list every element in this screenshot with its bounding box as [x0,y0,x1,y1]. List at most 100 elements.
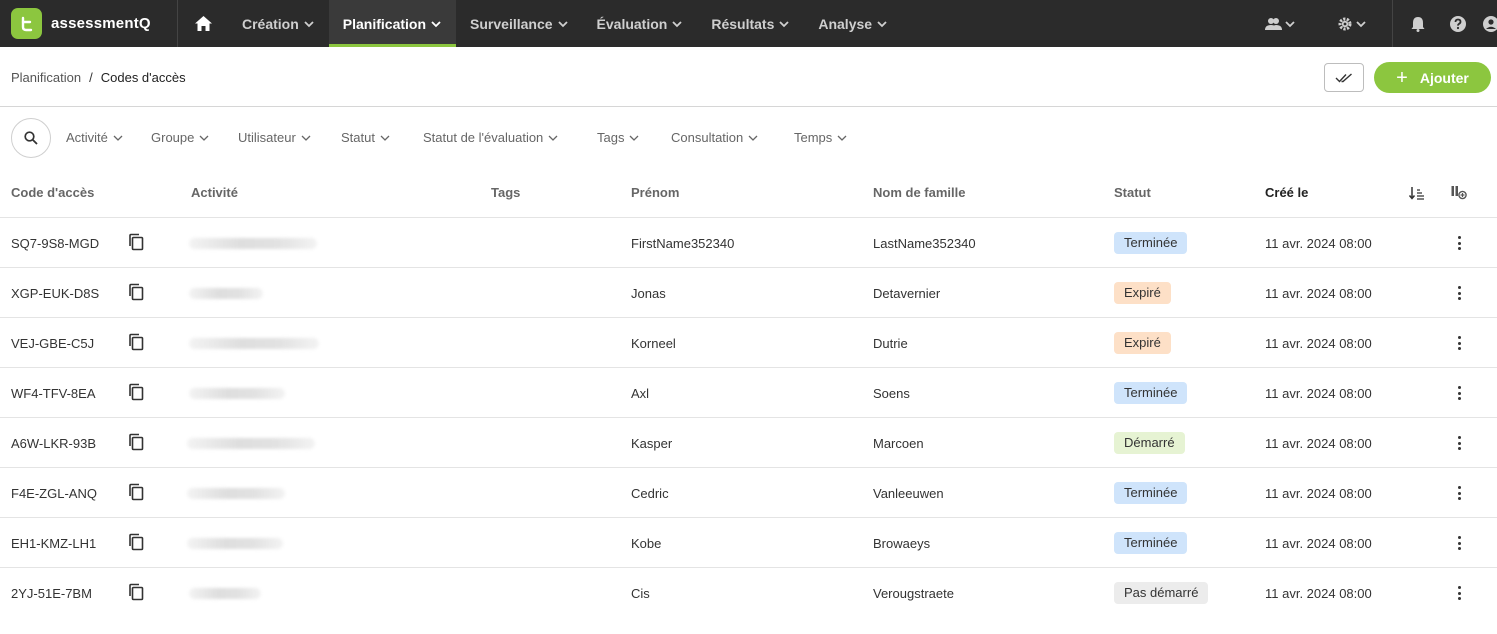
nav-surveillance[interactable]: Surveillance [456,0,583,47]
filter-consultation[interactable]: Consultation [671,130,758,145]
page-header: Planification / Codes d'accès + Ajouter [0,47,1497,107]
access-code: WF4-TFV-8EA [11,386,96,401]
nav-planification[interactable]: Planification [328,0,457,47]
row-menu-icon[interactable] [1452,434,1466,452]
last-name: Verougstraete [873,586,954,601]
filter-statut[interactable]: Statut [341,130,390,145]
first-name: Jonas [631,286,666,301]
activity-redacted [189,388,285,399]
copy-icon[interactable] [128,483,145,501]
last-name: Vanleeuwen [873,486,944,501]
filter-tags[interactable]: Tags [597,130,639,145]
settings-menu-button[interactable] [1326,0,1378,47]
copy-icon[interactable] [128,233,145,251]
copy-icon[interactable] [128,283,145,301]
row-menu-icon[interactable] [1452,484,1466,502]
copy-icon[interactable] [128,333,145,351]
status-badge: Démarré [1114,432,1185,454]
created-date: 11 avr. 2024 08:00 [1265,386,1372,401]
filter-bar: Activité Groupe Utilisateur Statut Statu… [0,107,1497,167]
filter-activite[interactable]: Activité [66,130,123,145]
first-name: Cedric [631,486,669,501]
copy-icon[interactable] [128,583,145,601]
created-date: 11 avr. 2024 08:00 [1265,586,1372,601]
activity-redacted [187,438,315,449]
top-navigation: assessmentQ Création Planification Surve… [0,0,1497,47]
column-header-statut[interactable]: Statut [1114,185,1151,200]
table-row[interactable]: F4E-ZGL-ANQ Cedric Vanleeuwen Terminée 1… [0,468,1497,518]
row-menu-icon[interactable] [1452,284,1466,302]
nav-creation[interactable]: Création [228,0,329,47]
created-date: 11 avr. 2024 08:00 [1265,536,1372,551]
access-code: A6W-LKR-93B [11,436,97,451]
row-menu-icon[interactable] [1452,334,1466,352]
status-badge: Expiré [1114,282,1171,304]
filter-groupe[interactable]: Groupe [151,130,209,145]
access-code: VEJ-GBE-C5J [11,336,95,351]
chevron-down-icon [672,20,682,27]
table-row[interactable]: VEJ-GBE-C5J Korneel Dutrie Expiré 11 avr… [0,318,1497,368]
column-header-nom[interactable]: Nom de famille [873,185,965,200]
row-menu-icon[interactable] [1452,234,1466,252]
users-menu-button[interactable] [1254,0,1306,47]
filter-utilisateur[interactable]: Utilisateur [238,130,311,145]
status-badge: Terminée [1114,232,1188,254]
last-name: Browaeys [873,536,931,551]
row-menu-icon[interactable] [1452,384,1466,402]
add-button[interactable]: + Ajouter [1374,62,1491,93]
column-header-activite[interactable]: Activité [191,185,238,200]
search-button[interactable] [11,118,51,158]
table-row[interactable]: 2YJ-51E-7BM Cis Verougstraete Pas démarr… [0,568,1497,618]
chevron-down-icon [837,135,847,141]
table-row[interactable]: SQ7-9S8-MGD FirstName352340 LastName3523… [0,218,1497,268]
column-settings-icon[interactable] [1451,185,1467,200]
search-icon [24,131,38,145]
status-badge: Terminée [1114,532,1188,554]
chevron-down-icon [113,135,123,141]
sort-descending-icon[interactable] [1409,186,1425,200]
column-header-code[interactable]: Code d'accès [11,185,94,200]
users-icon [1265,17,1295,30]
table-row[interactable]: EH1-KMZ-LH1 Kobe Browaeys Terminée 11 av… [0,518,1497,568]
double-check-icon [1335,72,1352,83]
brand[interactable]: assessmentQ [0,0,178,47]
created-date: 11 avr. 2024 08:00 [1265,286,1372,301]
table-row[interactable]: WF4-TFV-8EA Axl Soens Terminée 11 avr. 2… [0,368,1497,418]
first-name: Kasper [631,436,673,451]
column-header-prenom[interactable]: Prénom [631,185,679,200]
account-button[interactable] [1473,0,1497,47]
table-row[interactable]: A6W-LKR-93B Kasper Marcoen Démarré 11 av… [0,418,1497,468]
chevron-down-icon [630,135,639,141]
created-date: 11 avr. 2024 08:00 [1265,486,1372,501]
last-name: Detavernier [873,286,941,301]
status-badge: Terminée [1114,482,1188,504]
breadcrumb: Planification / Codes d'accès [11,70,186,85]
activity-redacted [189,588,261,599]
filter-temps[interactable]: Temps [794,130,847,145]
last-name: Soens [873,386,910,401]
first-name: Cis [631,586,650,601]
nav-resultats[interactable]: Résultats [697,0,804,47]
last-name: LastName352340 [873,236,976,251]
filter-statut-evaluation[interactable]: Statut de l'évaluation [423,130,558,145]
nav-evaluation[interactable]: Évaluation [583,0,698,47]
column-header-cree-le[interactable]: Créé le [1265,185,1308,200]
bulk-select-button[interactable] [1324,63,1364,92]
copy-icon[interactable] [128,383,145,401]
copy-icon[interactable] [128,433,145,451]
row-menu-icon[interactable] [1452,534,1466,552]
notifications-button[interactable] [1393,0,1443,47]
home-icon [194,16,212,31]
home-button[interactable] [178,0,228,47]
table-row[interactable]: XGP-EUK-D8S Jonas Detavernier Expiré 11 … [0,268,1497,318]
row-menu-icon[interactable] [1452,584,1466,602]
help-button[interactable] [1443,0,1473,47]
activity-redacted [187,488,285,499]
breadcrumb-parent[interactable]: Planification [11,70,81,85]
nav-analyse[interactable]: Analyse [804,0,902,47]
first-name: Korneel [631,336,676,351]
copy-icon[interactable] [128,533,145,551]
chevron-down-icon [877,20,887,27]
column-header-tags[interactable]: Tags [491,185,520,200]
created-date: 11 avr. 2024 08:00 [1265,336,1372,351]
